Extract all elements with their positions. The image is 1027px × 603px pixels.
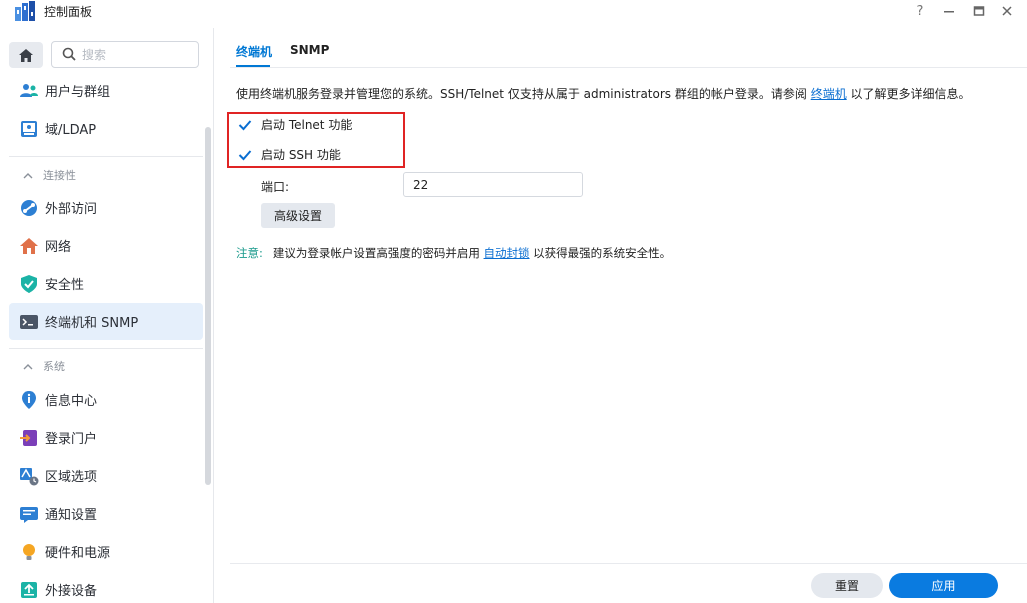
sidebar-item-hardware-power[interactable]: 硬件和电源 — [9, 533, 203, 570]
sidebar-item-label: 登录门户 — [45, 432, 98, 447]
search-box[interactable] — [51, 41, 199, 68]
telnet-checkbox[interactable] — [237, 117, 253, 133]
tab-terminal[interactable]: 终端机 — [236, 43, 272, 60]
sidebar-item-label: 通知设置 — [45, 508, 98, 523]
advanced-settings-button[interactable]: 高级设置 — [261, 203, 335, 228]
sidebar-item-info-center[interactable]: 信息中心 — [9, 381, 203, 418]
network-home-icon — [20, 237, 38, 254]
maximize-icon — [973, 6, 985, 16]
sidebar-scrollbar[interactable] — [205, 127, 211, 485]
external-devices-icon — [21, 581, 37, 598]
sidebar-item-network[interactable]: 网络 — [9, 227, 203, 264]
control-panel-app-icon — [15, 1, 35, 21]
description-text: 使用终端机服务登录并管理您的系统。SSH/Telnet 仅支持从属于 admin… — [236, 85, 971, 102]
terminal-icon — [20, 314, 38, 329]
apply-button[interactable]: 应用 — [889, 573, 998, 598]
title-bar: 控制面板 ? — [0, 0, 1027, 24]
sidebar-item-label: 信息中心 — [45, 394, 98, 409]
sidebar-item-domain-ldap[interactable]: 域/LDAP — [9, 110, 203, 147]
close-button[interactable] — [995, 1, 1019, 21]
close-icon — [1002, 6, 1012, 16]
regional-options-icon — [20, 467, 39, 485]
home-button[interactable] — [9, 42, 43, 68]
window-title: 控制面板 — [44, 5, 93, 19]
minimize-button[interactable] — [937, 1, 961, 21]
search-icon — [62, 47, 76, 61]
sidebar-item-label: 域/LDAP — [45, 123, 97, 138]
section-header-connectivity[interactable]: 连接性 — [23, 166, 76, 184]
tab-divider — [230, 67, 1027, 68]
note-label: 注意: — [236, 246, 263, 260]
ssh-checkbox[interactable] — [237, 147, 253, 163]
sidebar-item-regional-options[interactable]: 区域选项 — [9, 457, 203, 494]
telnet-checkbox-row[interactable]: 启动 Telnet 功能 — [237, 116, 352, 133]
description-after-link: 以了解更多详细信息。 — [846, 87, 971, 101]
tab-snmp[interactable]: SNMP — [290, 43, 329, 57]
checkmark-icon — [238, 149, 252, 160]
sidebar-item-label: 外接设备 — [45, 584, 98, 599]
footer-divider — [230, 563, 1027, 564]
login-portal-icon — [20, 429, 37, 446]
section-divider — [9, 348, 203, 349]
sidebar-item-notification[interactable]: 通知设置 — [9, 495, 203, 532]
terminal-help-link[interactable]: 终端机 — [811, 87, 847, 101]
sidebar-item-label: 安全性 — [45, 278, 85, 293]
section-divider — [9, 156, 203, 157]
sidebar-item-label: 区域选项 — [45, 470, 98, 485]
sidebar-item-users-groups[interactable]: 用户与群组 — [9, 72, 203, 109]
sidebar-item-security[interactable]: 安全性 — [9, 265, 203, 302]
help-button[interactable]: ? — [908, 1, 932, 21]
auto-block-link[interactable]: 自动封锁 — [484, 246, 530, 260]
domain-ldap-icon — [21, 120, 37, 137]
chevron-up-icon — [23, 363, 33, 369]
info-center-icon — [22, 390, 36, 409]
notification-icon — [20, 506, 38, 523]
sidebar: 用户与群组 域/LDAP 连接性 外部访问 网络 安全性 终端机和 SNMP 系… — [0, 28, 214, 603]
chevron-up-icon — [23, 172, 33, 178]
checkmark-icon — [238, 119, 252, 130]
maximize-button[interactable] — [967, 1, 991, 21]
security-shield-icon — [21, 274, 37, 293]
external-access-icon — [21, 199, 37, 216]
section-header-system[interactable]: 系统 — [23, 357, 65, 375]
note-after-link: 以获得最强的系统安全性。 — [529, 246, 672, 260]
home-icon — [19, 48, 33, 62]
sidebar-item-label: 终端机和 SNMP — [45, 316, 139, 331]
sidebar-item-login-portal[interactable]: 登录门户 — [9, 419, 203, 456]
description-before-link: 使用终端机服务登录并管理您的系统。SSH/Telnet 仅支持从属于 admin… — [236, 87, 811, 101]
section-header-label: 连接性 — [43, 169, 76, 182]
ssh-checkbox-row[interactable]: 启动 SSH 功能 — [237, 146, 341, 163]
security-note: 注意: 建议为登录帐户设置高强度的密码并启用 自动封锁 以获得最强的系统安全性。 — [236, 245, 671, 261]
search-input[interactable] — [82, 46, 192, 64]
reset-button[interactable]: 重置 — [811, 573, 883, 598]
sidebar-item-external-devices[interactable]: 外接设备 — [9, 571, 203, 603]
section-header-label: 系统 — [43, 360, 65, 373]
sidebar-item-terminal-snmp[interactable]: 终端机和 SNMP — [9, 303, 203, 340]
telnet-label: 启动 Telnet 功能 — [261, 118, 353, 132]
sidebar-item-external-access[interactable]: 外部访问 — [9, 189, 203, 226]
ssh-label: 启动 SSH 功能 — [261, 148, 341, 162]
sidebar-item-label: 网络 — [45, 240, 72, 255]
hardware-power-icon — [23, 543, 35, 560]
port-label: 端口: — [261, 180, 290, 194]
sidebar-item-label: 外部访问 — [45, 202, 98, 217]
sidebar-item-label: 硬件和电源 — [45, 546, 111, 561]
port-input[interactable] — [403, 172, 583, 197]
users-icon — [20, 83, 38, 97]
main-panel: 终端机 SNMP 使用终端机服务登录并管理您的系统。SSH/Telnet 仅支持… — [215, 28, 1027, 603]
sidebar-item-label: 用户与群组 — [45, 85, 111, 100]
minimize-icon — [944, 11, 954, 13]
note-before-link: 建议为登录帐户设置高强度的密码并启用 — [272, 246, 484, 260]
